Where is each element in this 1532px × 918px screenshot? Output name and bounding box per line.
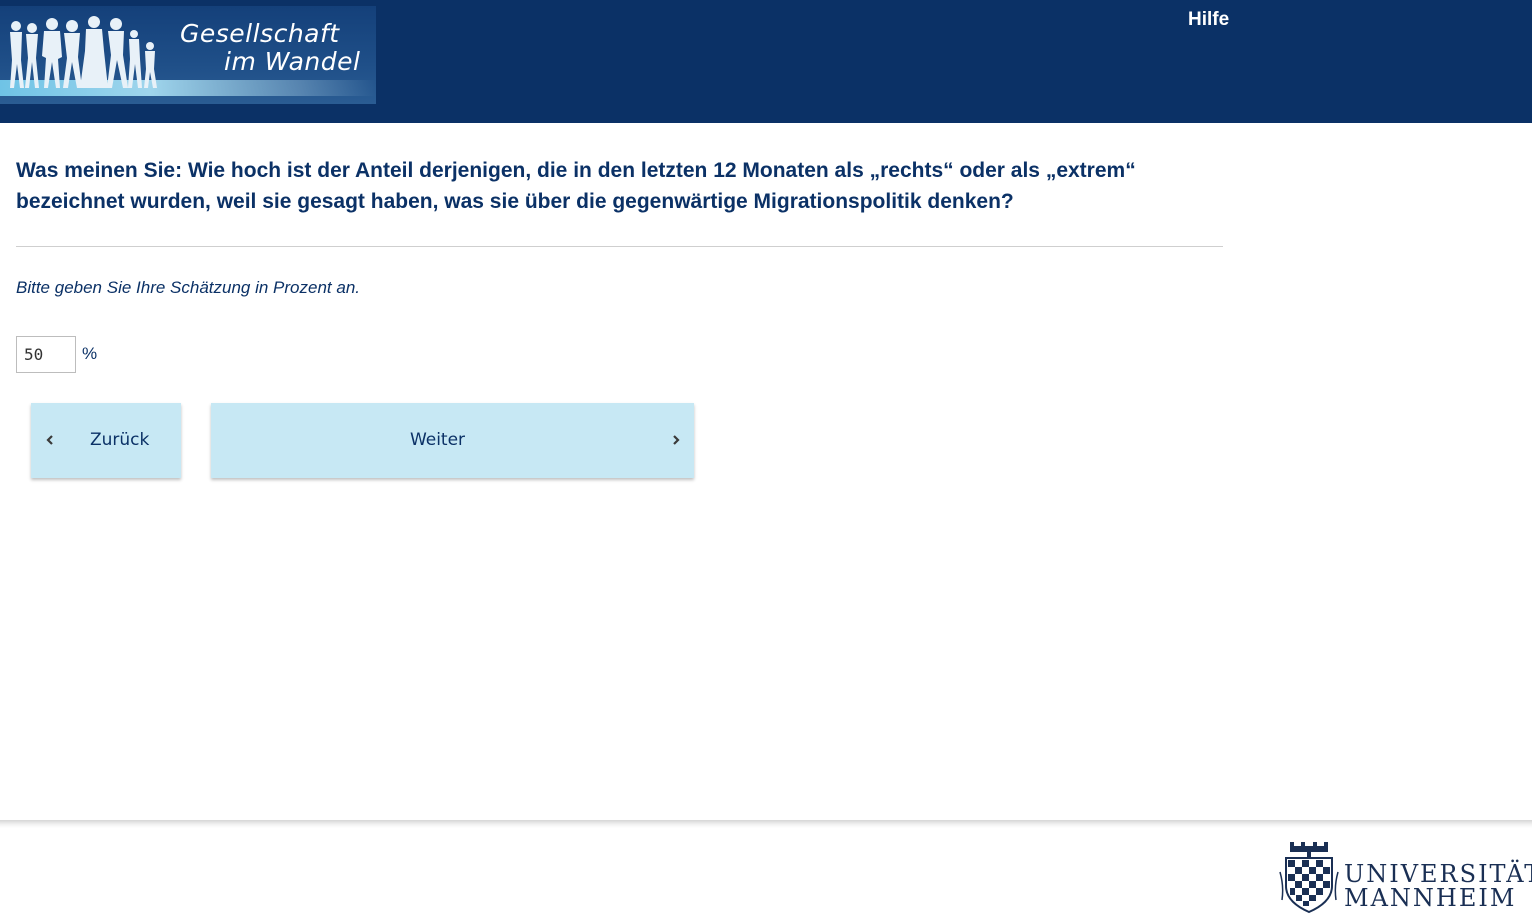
question-text: Was meinen Sie: Wie hoch ist der Anteil … [16,159,1136,213]
divider [16,246,1223,247]
chevron-right-icon [673,435,680,445]
back-button[interactable]: Zurück [31,403,181,478]
back-button-label: Zurück [90,430,150,450]
survey-logo: Gesellschaft im Wandel [0,6,376,104]
next-button-label: Weiter [409,430,466,450]
next-button[interactable]: Weiter [211,403,694,478]
university-logo: UNIVERSITÄT MANNHEIM [1276,842,1532,914]
chevron-left-icon [46,435,53,445]
percent-unit-label: % [82,344,98,363]
university-crest-icon [1279,842,1339,914]
logo-text-line1: Gesellschaft [180,19,340,48]
people-silhouettes-icon [10,16,157,88]
percentage-input[interactable] [16,336,76,373]
university-name-line2: MANNHEIM [1344,884,1517,912]
help-link[interactable]: Hilfe [1188,9,1229,31]
header: Gesellschaft im Wandel Hilfe [0,0,1532,123]
logo-text-line2: im Wandel [224,47,361,76]
instruction-text: Bitte geben Sie Ihre Schätzung in Prozen… [16,278,361,297]
footer-divider [0,820,1532,828]
